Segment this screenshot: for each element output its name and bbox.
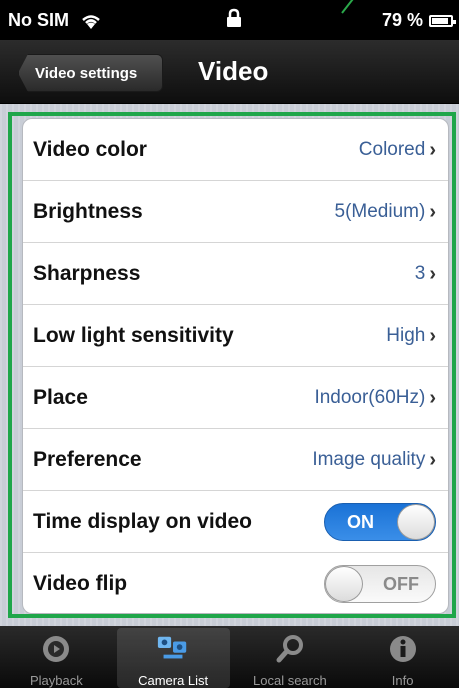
setting-value: Indoor(60Hz) (314, 386, 426, 408)
tab-label: Camera List (138, 673, 209, 688)
setting-row-video-flip: Video flip OFF (23, 553, 448, 613)
setting-row-preference[interactable]: Preference Image quality › (23, 429, 448, 491)
battery-percent: 79 % (381, 10, 423, 30)
tab-playback[interactable]: Playback (0, 626, 113, 688)
time-display-toggle[interactable]: ON (324, 502, 436, 541)
setting-label: Video color (33, 137, 147, 161)
setting-value: 5(Medium) (334, 200, 426, 222)
chevron-right-icon: › (429, 200, 436, 223)
setting-value: Colored (358, 138, 426, 160)
chevron-right-icon: › (429, 448, 436, 471)
setting-row-time-display: Time display on video ON (23, 491, 448, 553)
back-button-label: Video settings (35, 64, 138, 82)
search-icon (273, 632, 307, 666)
wifi-icon (82, 14, 100, 29)
info-icon (386, 632, 420, 666)
carrier-label: No SIM (8, 10, 69, 30)
camera-list-icon (156, 632, 190, 666)
chevron-right-icon: › (429, 262, 436, 285)
toggle-state-label: ON (347, 511, 374, 532)
setting-value: 3 (414, 262, 426, 284)
setting-label: Place (33, 385, 88, 409)
setting-row-brightness[interactable]: Brightness 5(Medium) › (23, 181, 448, 243)
setting-row-place[interactable]: Place Indoor(60Hz) › (23, 367, 448, 429)
toggle-knob (397, 503, 435, 540)
page-title: Video (198, 56, 269, 86)
tab-label: Info (391, 673, 414, 688)
tab-camera-list[interactable]: Camera List (116, 628, 230, 688)
setting-label: Low light sensitivity (33, 323, 234, 347)
chevron-right-icon: › (429, 138, 436, 161)
video-flip-toggle[interactable]: OFF (324, 565, 436, 603)
setting-row-video-color[interactable]: Video color Colored › (23, 119, 448, 181)
chevron-right-icon: › (429, 324, 436, 347)
setting-value: Image quality (312, 448, 426, 470)
toggle-state-label: OFF (383, 574, 419, 594)
setting-row-sharpness[interactable]: Sharpness 3 › (23, 243, 448, 305)
tab-label: Local search (253, 673, 327, 688)
tab-info[interactable]: Info (346, 626, 459, 688)
battery-icon (429, 14, 456, 27)
tab-local-search[interactable]: Local search (234, 626, 347, 688)
status-bar: No SIM 79 % (0, 0, 459, 40)
toggle-knob (325, 566, 363, 602)
setting-label: Time display on video (33, 509, 253, 533)
setting-label: Sharpness (33, 261, 141, 285)
back-button[interactable]: Video settings (18, 54, 163, 92)
playback-icon (39, 632, 73, 666)
navigation-bar: Video settings Video (0, 40, 459, 104)
tab-label: Playback (30, 673, 83, 688)
setting-label: Video flip (33, 572, 128, 595)
setting-label: Brightness (33, 199, 143, 223)
settings-table: Video color Colored › Brightness 5(Medium… (22, 118, 449, 614)
chevron-right-icon: › (429, 386, 436, 409)
setting-row-low-light-sensitivity[interactable]: Low light sensitivity High › (23, 305, 448, 367)
tab-bar: Playback Camera List Local search Info (0, 626, 459, 688)
setting-value: High (386, 324, 426, 346)
settings-content: Video color Colored › Brightness 5(Medium… (0, 104, 459, 626)
setting-label: Preference (33, 447, 142, 471)
lock-icon (227, 8, 241, 27)
